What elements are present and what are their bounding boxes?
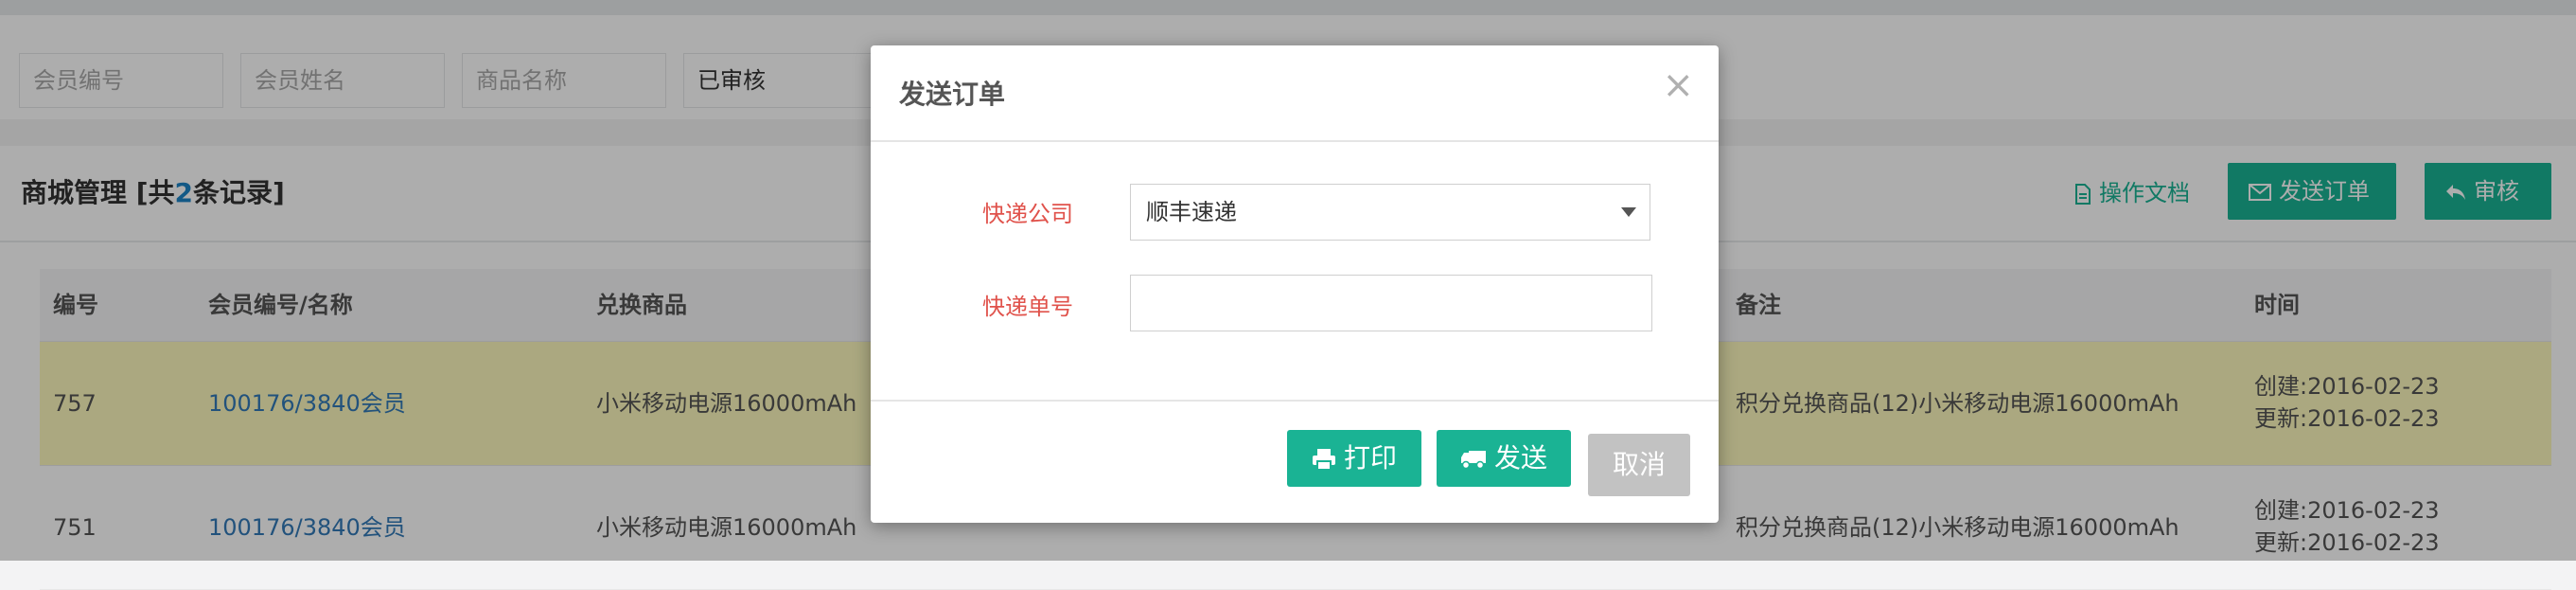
courier-select[interactable]: 顺丰速递 (1130, 184, 1650, 241)
tracking-label: 快递单号 (982, 294, 1073, 320)
cancel-button[interactable]: 取消 (1588, 434, 1690, 496)
send-order-modal: 发送订单 × 快递公司 顺丰速递 快递单号 打印 发送 取消 (871, 45, 1719, 523)
truck-icon (1460, 451, 1486, 470)
send-label: 发送 (1493, 442, 1547, 474)
modal-header: 发送订单 × (871, 45, 1719, 142)
print-label: 打印 (1343, 442, 1397, 474)
chevron-down-icon (1621, 207, 1636, 217)
tracking-number-input[interactable] (1130, 275, 1652, 331)
modal-footer-divider (871, 400, 1719, 402)
modal-title: 发送订单 (899, 79, 1006, 110)
close-icon[interactable]: × (1662, 66, 1694, 104)
print-icon (1312, 449, 1335, 471)
courier-label: 快递公司 (982, 201, 1073, 227)
send-button[interactable]: 发送 (1437, 430, 1571, 487)
print-button[interactable]: 打印 (1287, 430, 1421, 487)
courier-value: 顺丰速递 (1146, 199, 1237, 225)
